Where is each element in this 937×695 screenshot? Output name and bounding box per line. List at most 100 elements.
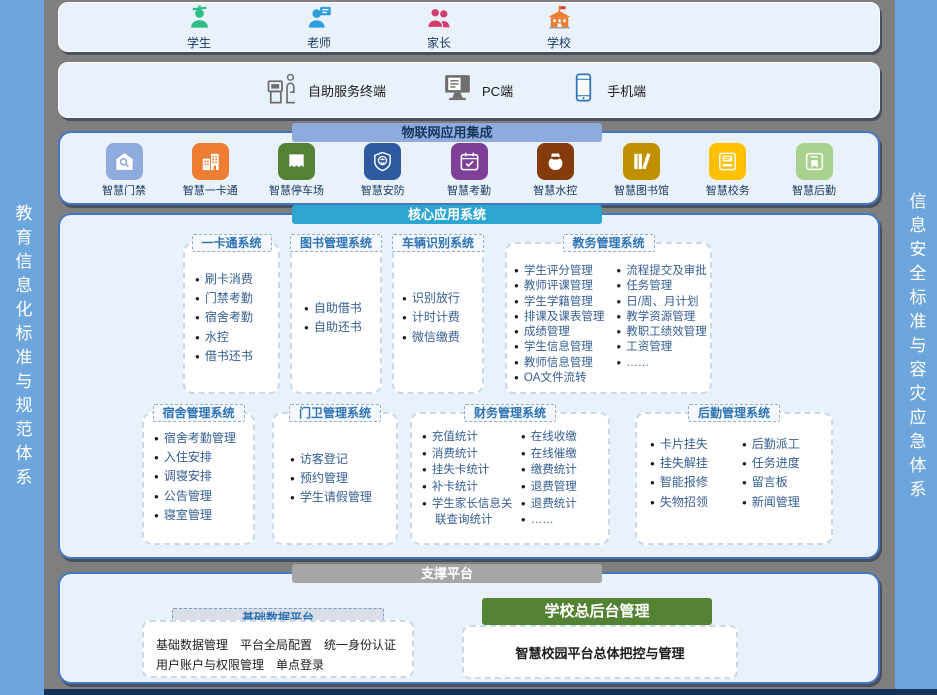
right-sidebar: 信息安全标准与容灾应急体系 bbox=[895, 0, 937, 695]
system-box-title: 图书管理系统 bbox=[290, 234, 382, 252]
system-item-list: 流程提交及审批任务管理日/周、月计划教学资源管理教职工绩效管理工资管理…… bbox=[616, 264, 707, 388]
iot-item-onecard: 智慧一卡通 bbox=[172, 143, 248, 198]
terminal-label: 自助服务终端 bbox=[308, 81, 386, 100]
teacher-icon bbox=[306, 4, 333, 36]
user-item-student: 学生 bbox=[177, 4, 221, 50]
core-header: 核心应用系统 bbox=[292, 205, 602, 224]
school-affairs-icon bbox=[709, 143, 746, 180]
list-item: 宿舍考勤 bbox=[195, 308, 253, 327]
list-item: 调寝安排 bbox=[154, 467, 253, 486]
iot-label: 智慧一卡通 bbox=[183, 182, 238, 198]
kiosk-icon bbox=[264, 70, 300, 111]
bottom-strip bbox=[44, 689, 937, 695]
user-item-school: 学校 bbox=[537, 4, 581, 50]
onecard-icon bbox=[192, 143, 229, 180]
water-control-icon bbox=[537, 143, 574, 180]
system-item-list: 识别放行计时计费微信缴费 bbox=[402, 289, 460, 347]
system-box-title: 车辆识别系统 bbox=[392, 234, 484, 252]
list-item: 借书还书 bbox=[195, 347, 253, 366]
list-item: 教职工绩效管理 bbox=[616, 325, 707, 340]
library-icon bbox=[623, 143, 660, 180]
admin-title: 学校总后台管理 bbox=[482, 598, 712, 625]
user-label: 老师 bbox=[307, 36, 331, 50]
list-item: 学生学籍管理 bbox=[514, 295, 616, 310]
left-sidebar-label: 教育信息化标准与规范体系 bbox=[10, 204, 35, 492]
list-item: 公告管理 bbox=[154, 487, 253, 506]
list-item: 卡片挂失 bbox=[650, 435, 742, 454]
school-icon bbox=[546, 4, 573, 36]
list-item: OA文件流转 bbox=[514, 371, 616, 386]
system-item-list: 宿舍考勤管理入住安排调寝安排公告管理寝室管理 bbox=[154, 429, 253, 525]
left-sidebar: 教育信息化标准与规范体系 bbox=[0, 0, 44, 695]
system-box-title: 宿舍管理系统 bbox=[152, 404, 244, 422]
system-item-list: 刷卡消费门禁考勤宿舍考勤水控借书还书 bbox=[195, 270, 253, 366]
iot-label: 智慧门禁 bbox=[102, 182, 146, 198]
list-item: 后勤派工 bbox=[742, 435, 827, 454]
list-item: 刷卡消费 bbox=[195, 270, 253, 289]
list-item: 自助还书 bbox=[304, 318, 362, 337]
system-box-finance: 财务管理系统 充值统计消费统计挂失卡统计补卡统计学生家长信息关联查询统计 在线收… bbox=[410, 412, 610, 545]
admin-box: 智慧校园平台总体把控与管理 bbox=[462, 625, 738, 679]
iot-item-attendance: 智慧考勤 bbox=[431, 143, 507, 198]
core-panel: 核心应用系统 一卡通系统 刷卡消费门禁考勤宿舍考勤水控借书还书 图书管理系统 自… bbox=[58, 213, 880, 559]
list-item: 工资管理 bbox=[616, 340, 707, 355]
system-box-dorm: 宿舍管理系统 宿舍考勤管理入住安排调寝安排公告管理寝室管理 bbox=[142, 412, 255, 545]
iot-label: 智慧安防 bbox=[361, 182, 405, 198]
iot-label: 智慧考勤 bbox=[447, 182, 491, 198]
system-box-library: 图书管理系统 自助借书自助还书 bbox=[290, 242, 382, 394]
system-item-list: 充值统计消费统计挂失卡统计补卡统计学生家长信息关联查询统计 bbox=[422, 429, 521, 543]
list-item: 缴费统计 bbox=[521, 462, 606, 479]
admin-content: 智慧校园平台总体把控与管理 bbox=[515, 643, 684, 662]
pc-icon bbox=[441, 71, 474, 109]
system-item-list: 在线收缴在线催缴缴费统计退费管理退费统计…… bbox=[521, 429, 606, 543]
list-item: 宿舍考勤管理 bbox=[154, 429, 253, 448]
list-item: 在线收缴 bbox=[521, 429, 606, 446]
list-item: 学生信息管理 bbox=[514, 340, 616, 355]
access-control-icon bbox=[106, 143, 143, 180]
list-item: 门禁考勤 bbox=[195, 289, 253, 308]
system-item-list: 自助借书自助还书 bbox=[304, 299, 362, 337]
list-item: 智能报修 bbox=[650, 473, 742, 492]
list-item: 挂失解挂 bbox=[650, 454, 742, 473]
list-item: 在线催缴 bbox=[521, 446, 606, 463]
list-item: 日/周、月计划 bbox=[616, 295, 707, 310]
list-item: 教师信息管理 bbox=[514, 356, 616, 371]
system-item-list: 后勤派工任务进度留言板新闻管理 bbox=[742, 435, 827, 543]
list-item: …… bbox=[521, 512, 606, 529]
list-item: 充值统计 bbox=[422, 429, 521, 446]
list-item: 任务管理 bbox=[616, 279, 707, 294]
system-box-gate: 门卫管理系统 访客登记预约管理学生请假管理 bbox=[272, 412, 398, 545]
list-item: 退费管理 bbox=[521, 479, 606, 496]
iot-item-security: 智慧安防 bbox=[345, 143, 421, 198]
list-item: 流程提交及审批 bbox=[616, 264, 707, 279]
attendance-icon bbox=[451, 143, 488, 180]
logistics-icon bbox=[796, 143, 833, 180]
list-item: 识别放行 bbox=[402, 289, 460, 308]
iot-label: 智慧水控 bbox=[533, 182, 577, 198]
users-panel: 学生 老师 家长 学校 bbox=[58, 2, 880, 52]
list-item: 计时计费 bbox=[402, 308, 460, 327]
iot-label: 智慧后勤 bbox=[792, 182, 836, 198]
list-item: 挂失卡统计 bbox=[422, 462, 521, 479]
user-label: 家长 bbox=[427, 36, 451, 50]
iot-item-school-affairs: 智慧校务 bbox=[690, 143, 766, 198]
list-item: 补卡统计 bbox=[422, 479, 521, 496]
iot-header: 物联网应用集成 bbox=[292, 123, 602, 142]
base-data-box: 基础数据管理 平台全局配置 统一身份认证 用户账户与权限管理 单点登录 bbox=[142, 620, 414, 678]
system-item-list: 访客登记预约管理学生请假管理 bbox=[290, 450, 372, 508]
list-item: 学生请假管理 bbox=[290, 488, 372, 507]
iot-label: 智慧校务 bbox=[706, 182, 750, 198]
terminal-label: PC端 bbox=[482, 81, 513, 100]
system-box-title: 教务管理系统 bbox=[562, 234, 654, 252]
iot-item-water-control: 智慧水控 bbox=[517, 143, 593, 198]
terminals-panel: 自助服务终端 PC端 手机端 bbox=[58, 62, 880, 118]
parking-icon bbox=[278, 143, 315, 180]
system-box-title: 后勤管理系统 bbox=[688, 404, 780, 422]
list-item: …… bbox=[616, 356, 707, 371]
phone-icon bbox=[568, 72, 599, 108]
list-item: 成绩管理 bbox=[514, 325, 616, 340]
user-item-parents: 家长 bbox=[417, 4, 461, 50]
terminal-item-kiosk: 自助服务终端 bbox=[264, 70, 386, 111]
list-item: 退费统计 bbox=[521, 496, 606, 513]
iot-item-logistics: 智慧后勤 bbox=[776, 143, 852, 198]
